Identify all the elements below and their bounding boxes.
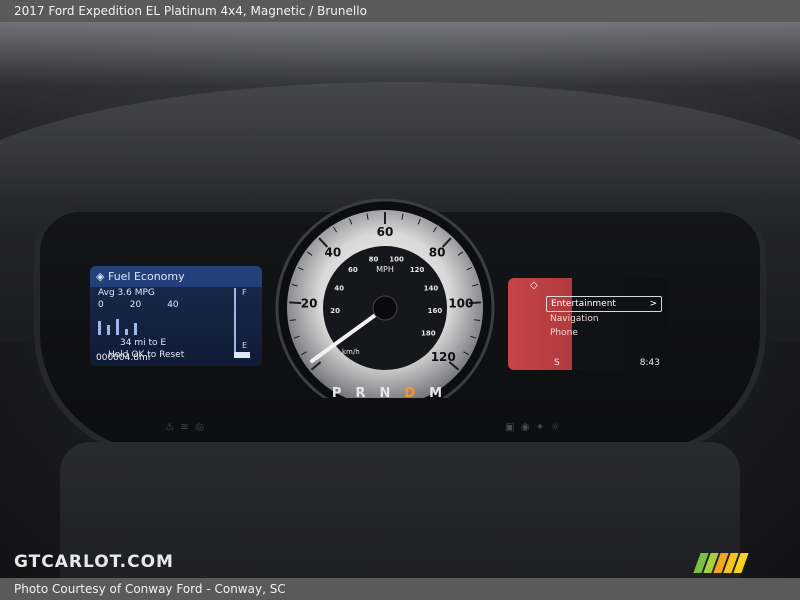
fuel-economy-title-row: ◈ Fuel Economy bbox=[90, 266, 262, 287]
speed-label: 60 bbox=[348, 266, 358, 274]
speed-label: 160 bbox=[428, 307, 443, 315]
gear-m: M bbox=[429, 386, 443, 401]
menu-nav-icon: ◇ bbox=[530, 280, 538, 291]
brand-stripes bbox=[693, 553, 776, 573]
speed-label: 80 bbox=[429, 246, 446, 260]
info-menu-display: ◇ Entertainment > Navigation Phone S 8:4… bbox=[508, 278, 668, 370]
speedometer: 20 40 60 80 100 120 20 40 60 80 100 120 140 160 180 M… bbox=[275, 198, 495, 398]
chevron-right-icon: > bbox=[649, 299, 657, 309]
dashboard-photo: ◈ Fuel Economy Avg 3.6 MPG 0 20 40 34 mi… bbox=[0, 22, 800, 578]
speed-label: 40 bbox=[334, 285, 344, 293]
gear-d: D bbox=[404, 386, 416, 401]
windshield-glare bbox=[0, 22, 800, 202]
page-footer: Photo Courtesy of Conway Ford - Conway, … bbox=[0, 578, 800, 600]
speed-label: 40 bbox=[324, 246, 341, 260]
kmh-label: km/h bbox=[342, 348, 360, 356]
scale-label: 20 bbox=[129, 300, 142, 310]
scale-label: 40 bbox=[167, 300, 179, 310]
speed-unit: MPH bbox=[376, 265, 394, 274]
needle-hub bbox=[372, 295, 398, 321]
gear-r: R bbox=[355, 386, 366, 401]
menu-item-phone[interactable]: Phone bbox=[546, 326, 662, 340]
lights-icon: ☼ bbox=[550, 422, 560, 433]
gear-p: P bbox=[331, 386, 342, 401]
gear-indicator: P R N D M bbox=[312, 386, 462, 408]
display-status-bar: S 8:43 bbox=[508, 358, 668, 368]
airbag-icon: ✦ bbox=[535, 422, 545, 433]
speed-label: 120 bbox=[410, 266, 425, 274]
speed-tick bbox=[289, 301, 302, 305]
fuel-economy-title: Fuel Economy bbox=[107, 270, 185, 283]
mpg-bar bbox=[125, 329, 128, 335]
listing-title: 2017 Ford Expedition EL Platinum 4x4, Ma… bbox=[14, 4, 367, 18]
speed-label: 140 bbox=[424, 285, 439, 293]
display-menu: Entertainment > Navigation Phone bbox=[546, 296, 662, 340]
menu-item-label: Entertainment bbox=[551, 299, 616, 309]
fuel-economy-display: ◈ Fuel Economy Avg 3.6 MPG 0 20 40 34 mi… bbox=[90, 266, 262, 366]
speed-label: 100 bbox=[389, 256, 404, 264]
traction-icon: ≋ bbox=[180, 422, 189, 433]
gear-n: N bbox=[379, 386, 391, 401]
speed-label: 180 bbox=[421, 329, 436, 337]
fuel-full-label: F bbox=[242, 288, 247, 297]
scale-label: 0 bbox=[98, 300, 104, 310]
page-header: 2017 Ford Expedition EL Platinum 4x4, Ma… bbox=[0, 0, 800, 22]
engine-icon: ▣ bbox=[505, 422, 515, 433]
speed-label: 20 bbox=[301, 297, 318, 311]
speed-label: 120 bbox=[431, 350, 456, 364]
mpg-bar bbox=[134, 323, 137, 335]
clock: 8:43 bbox=[639, 358, 660, 368]
info-icon: ◈ bbox=[96, 270, 108, 283]
watermark-logo: GTCARLOT.COM bbox=[14, 552, 174, 572]
fuel-empty-label: E bbox=[242, 341, 248, 350]
brake-icon: ◉ bbox=[520, 422, 530, 433]
menu-item-entertainment[interactable]: Entertainment > bbox=[546, 296, 662, 312]
mpg-bar bbox=[107, 325, 110, 335]
warning-lights-left: ⚠ ≋ ◎ bbox=[165, 422, 265, 436]
speed-label: 60 bbox=[377, 225, 394, 239]
mpg-bar bbox=[98, 321, 101, 335]
speed-label: 100 bbox=[448, 297, 473, 311]
odometer: 000004.8mi bbox=[96, 353, 151, 363]
seatbelt-icon: ⚠ bbox=[165, 422, 174, 433]
speed-label: 80 bbox=[369, 256, 379, 264]
compass-direction: S bbox=[554, 358, 560, 368]
fuel-gauge: F E bbox=[234, 288, 256, 358]
abs-icon: ◎ bbox=[195, 422, 204, 433]
mpg-bar bbox=[116, 319, 119, 335]
fuel-level bbox=[234, 352, 250, 358]
photo-credit: Photo Courtesy of Conway Ford - Conway, … bbox=[14, 582, 286, 596]
menu-item-navigation[interactable]: Navigation bbox=[546, 312, 662, 326]
speed-label: 20 bbox=[330, 307, 340, 315]
warning-lights-right: ▣ ◉ ✦ ☼ bbox=[505, 422, 635, 436]
